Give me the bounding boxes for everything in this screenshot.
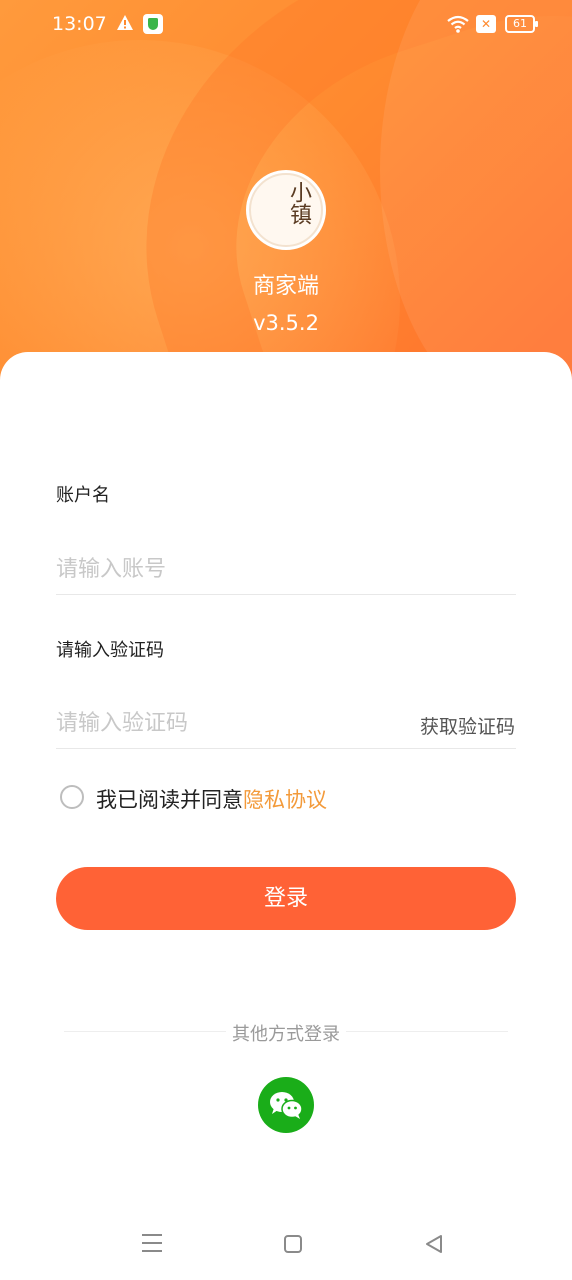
code-input[interactable] — [56, 698, 406, 749]
code-label: 请输入验证码 — [56, 640, 164, 661]
wifi-icon — [447, 15, 469, 33]
system-nav-bar — [0, 1210, 572, 1280]
get-code-button[interactable]: 获取验证码 — [420, 712, 515, 739]
back-icon[interactable] — [424, 1234, 444, 1254]
account-label: 账户名 — [56, 485, 110, 506]
wechat-login-button[interactable] — [258, 1077, 314, 1133]
wechat-icon — [270, 1092, 303, 1119]
app-name: 商家端 — [252, 274, 319, 299]
menu-icon[interactable] — [142, 1234, 162, 1252]
logo-text: 小镇 — [286, 181, 311, 225]
home-icon[interactable] — [284, 1235, 302, 1253]
app-version: v3.5.2 — [253, 311, 319, 335]
status-bar: 13:07 ✕ 61 — [0, 0, 572, 50]
other-login-title: 其他方式登录 — [0, 1020, 572, 1046]
login-button[interactable]: 登录 — [56, 867, 516, 930]
input-underline — [406, 748, 516, 749]
warning-icon — [117, 15, 133, 30]
agreement-prefix: 我已阅读并同意 — [96, 788, 243, 812]
battery-icon: 61 — [505, 15, 538, 33]
agree-checkbox[interactable] — [60, 785, 84, 809]
shield-app-icon — [143, 14, 163, 34]
no-sim-icon: ✕ — [476, 15, 496, 33]
account-input[interactable] — [56, 544, 516, 595]
status-time: 13:07 — [52, 13, 107, 35]
agreement-text: 我已阅读并同意隐私协议 — [96, 784, 327, 814]
privacy-link[interactable]: 隐私协议 — [243, 788, 327, 812]
app-logo: 小镇 — [246, 170, 326, 250]
